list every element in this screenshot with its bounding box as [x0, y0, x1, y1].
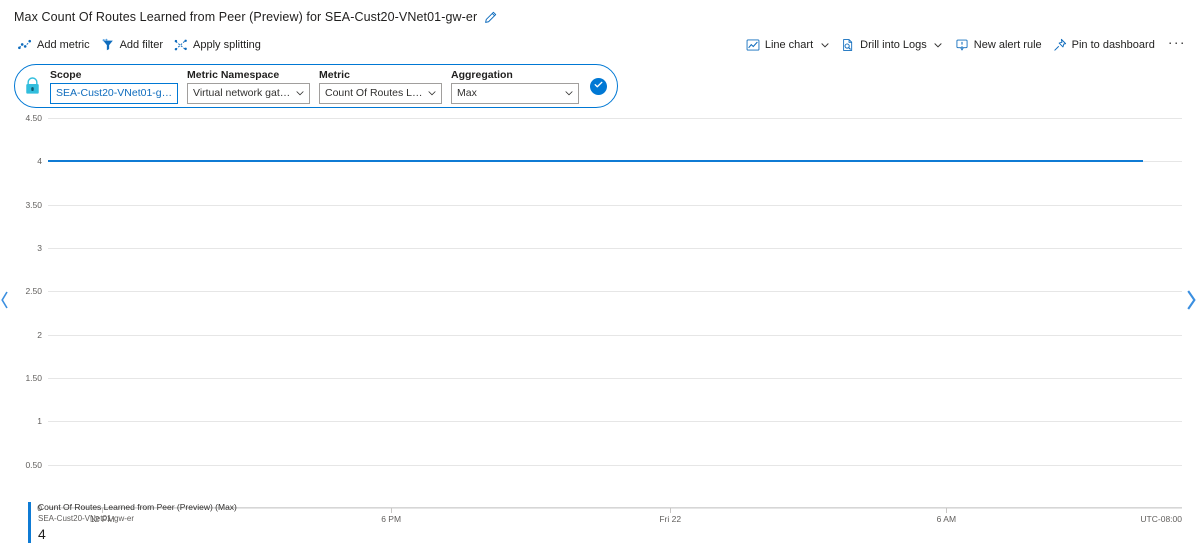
filter-icon: [101, 38, 115, 52]
chevron-right-icon: [1187, 290, 1196, 310]
scope-value: SEA-Cust20-VNet01-gw-er: [56, 87, 174, 99]
pencil-icon[interactable]: [484, 11, 497, 24]
x-axis-tick-mark: [946, 508, 948, 513]
drill-into-logs-label: Drill into Logs: [860, 39, 927, 51]
line-chart-button[interactable]: Line chart: [742, 35, 837, 55]
x-axis-tick-mark: [391, 508, 393, 513]
chevron-down-icon: [294, 88, 306, 98]
scope-input[interactable]: SEA-Cust20-VNet01-gw-er: [50, 82, 178, 104]
y-axis-tick-label: 1.50: [25, 372, 42, 383]
more-commands-button[interactable]: ···: [1162, 35, 1190, 53]
virtual-network-gateway-icon: [23, 76, 41, 96]
chart-gridline: [48, 377, 1182, 379]
y-axis-tick-label: 2: [37, 329, 42, 340]
y-axis-tick-label: 2.50: [25, 286, 42, 297]
x-axis-tick-label: Fri 22: [659, 514, 682, 524]
page-header: Max Count Of Routes Learned from Peer (P…: [0, 4, 1200, 30]
line-chart-icon: [746, 38, 760, 52]
expand-right-button[interactable]: [1185, 285, 1198, 315]
chart-gridline: [48, 204, 1182, 206]
checkmark-icon: [593, 77, 604, 95]
add-metric-icon: [18, 38, 32, 52]
chart-series-line[interactable]: [48, 160, 1143, 163]
metric-namespace-value: Virtual network gatewa...: [193, 87, 294, 99]
metric-label: Metric: [319, 68, 350, 81]
metric-selector-area: Scope SEA-Cust20-VNet01-gw-er Metric Nam…: [0, 58, 1200, 108]
pin-icon: [1053, 38, 1067, 52]
y-axis-tick-label: 1: [37, 416, 42, 427]
metric-selector-pill: Scope SEA-Cust20-VNet01-gw-er Metric Nam…: [14, 64, 618, 108]
line-chart-label: Line chart: [764, 39, 814, 51]
page-title: Max Count Of Routes Learned from Peer (P…: [14, 10, 478, 24]
drill-into-logs-button[interactable]: Drill into Logs: [837, 35, 951, 55]
y-axis-tick-label: 3.50: [25, 199, 42, 210]
y-axis-tick-label: 4.50: [25, 113, 42, 123]
chart-gridline: [48, 118, 1182, 119]
add-metric-button[interactable]: Add metric: [14, 35, 97, 55]
alert-rule-icon: [955, 38, 969, 52]
legend-resource-name: SEA-Cust20-VNet01-gw-er: [38, 514, 135, 523]
new-alert-rule-label: New alert rule: [973, 39, 1042, 51]
metric-value: Count Of Routes Learne...: [325, 87, 426, 99]
metric-namespace-label: Metric Namespace: [187, 68, 280, 81]
splitting-icon: [174, 38, 188, 52]
chevron-down-icon: [563, 88, 575, 98]
x-axis-tick-label: 6 AM: [936, 514, 957, 524]
chart-legend[interactable]: Count Of Routes Learned from Peer (Previ…: [28, 502, 237, 543]
chevron-left-icon: [1, 291, 8, 309]
command-bar: Add metric Add filter Apply splitting Li…: [0, 32, 1200, 58]
chevron-down-icon: [426, 88, 438, 98]
y-axis-tick-label: 0.50: [25, 459, 42, 470]
legend-metric-name: Count Of Routes Learned from Peer (Previ…: [38, 502, 237, 512]
command-bar-right: Line chart Drill into Logs New alert rul…: [742, 35, 1190, 55]
apply-splitting-button[interactable]: Apply splitting: [170, 35, 268, 55]
add-filter-label: Add filter: [119, 39, 163, 51]
scope-field: Scope SEA-Cust20-VNet01-gw-er: [50, 69, 178, 104]
legend-body: Count Of Routes Learned from Peer (Previ…: [38, 502, 237, 543]
aggregation-value: Max: [457, 87, 477, 99]
chart-gridline: [48, 334, 1182, 336]
metric-namespace-dropdown[interactable]: Virtual network gatewa...: [187, 82, 310, 104]
aggregation-field: Aggregation Max: [451, 69, 579, 104]
pin-to-dashboard-label: Pin to dashboard: [1071, 39, 1155, 51]
chart-gridline: [48, 421, 1182, 423]
metric-namespace-field: Metric Namespace Virtual network gatewa.…: [187, 69, 310, 104]
scope-label: Scope: [50, 68, 82, 81]
chart-gridline: [48, 464, 1182, 466]
y-axis-tick-label: 3: [37, 242, 42, 253]
chart-gridline: [48, 291, 1182, 293]
metric-field: Metric Count Of Routes Learne...: [319, 69, 442, 104]
y-axis-tick-label: 4: [37, 156, 42, 167]
x-axis-tick-mark: [670, 508, 672, 513]
metric-dropdown[interactable]: Count Of Routes Learne...: [319, 82, 442, 104]
chevron-down-icon: [819, 40, 830, 51]
chart-timezone-label: UTC-08:00: [1140, 514, 1182, 524]
command-bar-left: Add metric Add filter Apply splitting: [14, 35, 268, 55]
legend-value: 4: [38, 526, 46, 542]
drill-logs-icon: [841, 38, 855, 52]
chart-gridline: [48, 247, 1182, 249]
chart-plot-area[interactable]: 4.50 4 3.50 3 2.50 2 1.50 1 0.50 0 12 PM 6 PM Fri 22…: [25, 113, 1182, 524]
apply-splitting-label: Apply splitting: [193, 39, 261, 51]
chevron-down-icon: [933, 40, 944, 51]
new-alert-rule-button[interactable]: New alert rule: [951, 35, 1049, 55]
pin-to-dashboard-button[interactable]: Pin to dashboard: [1049, 35, 1162, 55]
x-axis-tick-label: 6 PM: [381, 514, 402, 524]
collapse-left-button[interactable]: [0, 288, 9, 312]
aggregation-dropdown[interactable]: Max: [451, 82, 579, 104]
metrics-chart[interactable]: 4.50 4 3.50 3 2.50 2 1.50 1 0.50 0 12 PM 6 PM Fri 22…: [0, 113, 1200, 524]
add-metric-label: Add metric: [37, 39, 90, 51]
legend-color-swatch: [28, 502, 31, 543]
apply-metric-button[interactable]: [590, 77, 607, 95]
add-filter-button[interactable]: Add filter: [97, 35, 170, 55]
aggregation-label: Aggregation: [451, 68, 513, 81]
